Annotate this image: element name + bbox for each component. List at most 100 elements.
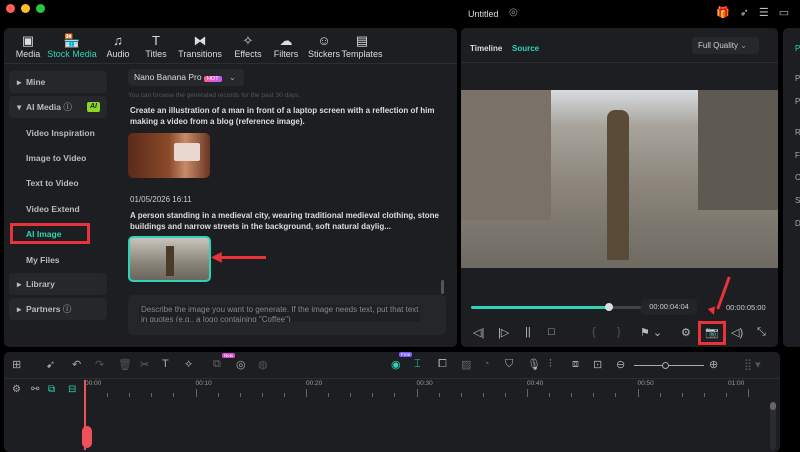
close-window-button[interactable] — [6, 4, 15, 13]
select-tool-icon[interactable]: ➹ — [46, 358, 55, 371]
undo-icon[interactable]: ↶ — [72, 358, 81, 371]
mixer-icon[interactable]: ⫶ — [549, 358, 552, 371]
text-tool-icon[interactable]: T — [162, 358, 169, 370]
speed-icon[interactable]: ◔ — [483, 358, 490, 370]
fit-icon[interactable]: ⊡ — [593, 358, 602, 371]
template-icon: ▤ — [355, 33, 369, 48]
marker-dropdown-icon[interactable]: ⚑ ⌄ — [640, 326, 662, 339]
ruler-tick — [637, 389, 639, 397]
playback-slider[interactable] — [471, 303, 641, 311]
panel-tab[interactable]: P — [795, 44, 800, 53]
quality-dropdown[interactable]: Full Quality ⌄ — [692, 37, 759, 54]
tab-templates[interactable]: ▤ Templates — [336, 33, 388, 59]
delete-icon[interactable]: 🗑 — [118, 358, 132, 371]
playhead-handle[interactable] — [82, 426, 92, 448]
scrollbar[interactable] — [441, 280, 444, 294]
fullscreen-icon[interactable]: ⤡ — [757, 326, 766, 339]
maximize-window-button[interactable] — [36, 4, 45, 13]
previous-frame-icon[interactable]: ◁| — [473, 326, 484, 339]
link-icon[interactable]: ⚯ — [31, 384, 39, 395]
mark-out-icon[interactable]: } — [617, 326, 621, 338]
sidebar-ai-media[interactable]: ▾ AI Media ⓘ AI — [9, 96, 107, 118]
ruler-tick — [725, 393, 727, 397]
next-frame-icon[interactable]: |▷ — [498, 326, 509, 339]
ruler-tick — [482, 393, 484, 397]
replace-icon[interactable]: ⧈ — [572, 358, 579, 371]
microphone-icon[interactable]: 🎙 — [527, 358, 541, 371]
ruler-tick — [173, 393, 174, 397]
titlebar-icons[interactable]: 🎁➶☰▭ — [716, 6, 799, 19]
redo-icon[interactable]: ↷ — [95, 358, 104, 371]
ruler-label: 00:40 — [527, 380, 544, 387]
ruler-tick — [129, 393, 130, 397]
generated-image-medieval[interactable] — [128, 236, 211, 282]
ruler-label: 01:00 — [728, 380, 745, 387]
sidebar-library[interactable]: ▸ Library — [9, 273, 107, 295]
palette-icon[interactable]: ◍ — [258, 358, 268, 371]
sidebar-item-video-inspiration[interactable]: Video Inspiration — [26, 128, 95, 138]
gift-icon[interactable]: 🎁 — [716, 7, 740, 19]
minimize-window-button[interactable] — [21, 4, 30, 13]
zoom-in-icon[interactable]: ⊕ — [709, 358, 718, 371]
saved-check-icon: ◎ — [509, 7, 518, 18]
property-label: F — [795, 151, 800, 160]
image-icon[interactable]: ▨ — [461, 358, 471, 371]
settings-icon[interactable]: ⚙ — [681, 326, 691, 339]
property-label: C — [795, 173, 800, 182]
property-label: D — [795, 219, 800, 228]
stop-icon[interactable]: □ — [548, 326, 555, 338]
ruler-tick — [593, 393, 594, 397]
video-preview[interactable] — [461, 90, 778, 268]
volume-icon[interactable]: ◁) — [731, 326, 743, 339]
mark-in-icon[interactable]: { — [592, 326, 596, 338]
zoom-slider[interactable] — [634, 362, 704, 369]
new-badge: New — [222, 353, 236, 358]
track-layout-icon[interactable]: ⣿ ▾ — [744, 358, 761, 371]
sidebar-item-ai-image[interactable]: AI Image — [26, 229, 61, 239]
sidebar-partners[interactable]: ▸ Partners ⓘ — [9, 298, 107, 320]
ruler-label: 00:10 — [195, 380, 212, 387]
tab-label: Audio — [106, 49, 130, 59]
tab-stock-media[interactable]: 🏪 Stock Media — [46, 33, 98, 59]
model-dropdown[interactable]: Nano Banana Pro HOT ⌄ — [128, 69, 244, 86]
pause-icon[interactable]: || — [525, 326, 531, 338]
tab-label: Filters — [273, 49, 299, 59]
shield-icon[interactable]: ⛉ — [505, 358, 513, 371]
sidebar-item-image-to-video[interactable]: Image to Video — [26, 153, 86, 163]
sidebar-item-video-extend[interactable]: Video Extend — [26, 204, 80, 214]
keyframe-icon[interactable]: ⧠ — [438, 358, 447, 371]
ripple-icon[interactable]: ⊟ — [68, 384, 76, 395]
sidebar-mine[interactable]: ▸ Mine — [9, 71, 107, 93]
split-icon[interactable]: ⌶ — [414, 358, 421, 371]
ai-tool-icon[interactable]: ⧉ — [213, 358, 221, 371]
tab-source[interactable]: Source — [512, 44, 539, 53]
ruler-tick — [416, 389, 418, 397]
tab-transitions[interactable]: ⧓ Transitions — [174, 33, 226, 59]
layout-grid-icon[interactable]: ⊞ — [12, 358, 21, 371]
layout-icon[interactable]: ▭ — [779, 7, 799, 19]
prompt-input[interactable]: Describe the image you want to generate.… — [139, 305, 420, 322]
track-settings-icon[interactable]: ⚙ — [12, 384, 21, 395]
sidebar-item-text-to-video[interactable]: Text to Video — [26, 178, 79, 188]
timeline-scrollbar[interactable] — [770, 402, 776, 450]
project-title: Untitled — [468, 9, 499, 19]
tab-timeline[interactable]: Timeline — [470, 44, 502, 53]
ai-assistant-icon[interactable]: ◉ — [391, 358, 401, 371]
ruler-tick — [438, 393, 440, 397]
notes-icon[interactable]: ☰ — [759, 7, 779, 19]
ruler-tick — [195, 389, 197, 397]
help-icon: ⓘ — [63, 102, 72, 112]
crop-icon[interactable]: ⟡ — [185, 358, 192, 371]
ai-audio-icon[interactable]: ◎ — [236, 358, 246, 371]
tab-label: Templates — [341, 49, 383, 59]
snap-icon[interactable]: ⧉ — [48, 384, 55, 395]
send-icon[interactable]: ➶ — [740, 7, 759, 19]
sidebar-item-my-files[interactable]: My Files — [26, 255, 60, 265]
snapshot-camera-icon[interactable]: 📷 — [705, 326, 719, 339]
property-label: R — [795, 128, 800, 137]
free-badge: Free — [399, 352, 413, 357]
cut-icon[interactable]: ✂ — [140, 358, 149, 371]
store-icon: 🏪 — [63, 33, 81, 48]
generated-image-laptop[interactable] — [128, 133, 210, 178]
zoom-out-icon[interactable]: ⊖ — [616, 358, 625, 371]
